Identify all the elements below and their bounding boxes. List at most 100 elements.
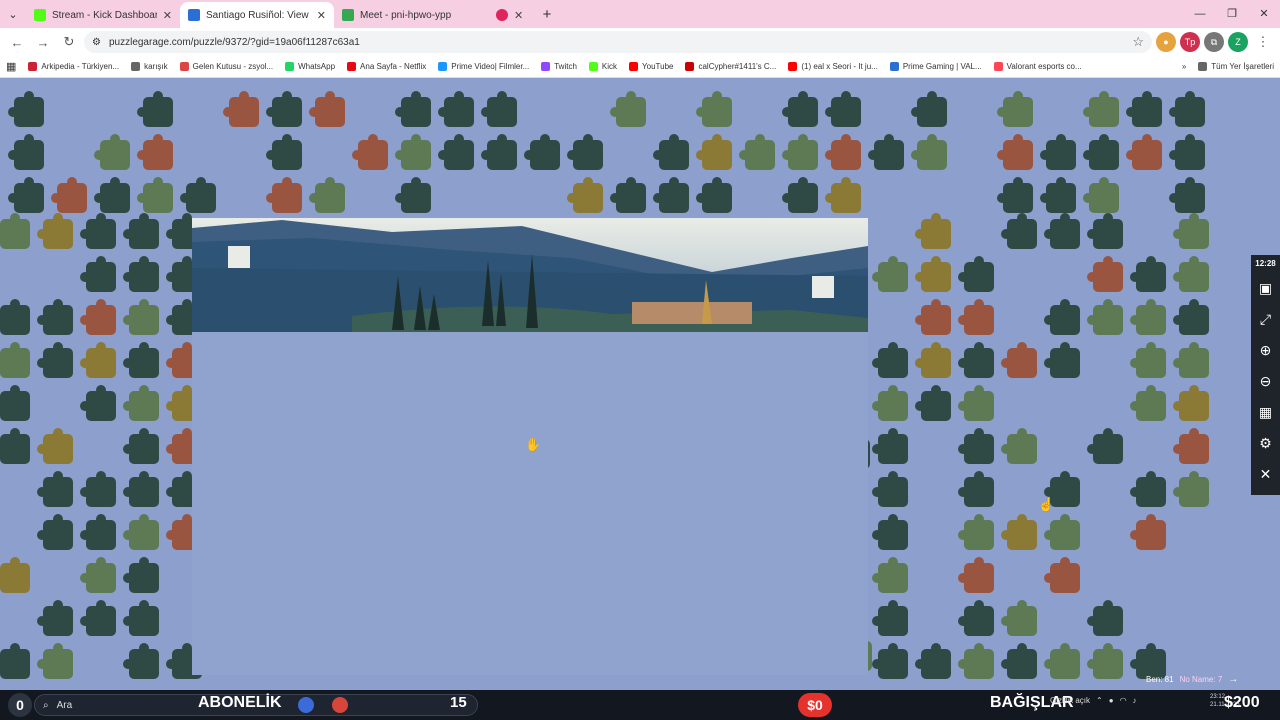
puzzle-piece[interactable] <box>0 428 30 464</box>
puzzle-piece[interactable] <box>123 471 159 507</box>
puzzle-piece[interactable] <box>1040 134 1076 170</box>
puzzle-piece[interactable] <box>37 428 73 464</box>
settings-icon[interactable]: ⚙ <box>1259 432 1272 454</box>
puzzle-piece[interactable] <box>610 91 646 127</box>
bookmark-item[interactable]: Prime Gaming | VAL... <box>889 62 982 71</box>
puzzle-piece[interactable] <box>37 213 73 249</box>
puzzle-piece[interactable] <box>94 134 130 170</box>
close-icon[interactable]: ✕ <box>1260 463 1272 485</box>
puzzle-piece[interactable] <box>37 643 73 679</box>
puzzle-piece[interactable] <box>825 177 861 213</box>
tab-puzzle[interactable]: Santiago Rusiñol: View Over So ✕ <box>180 2 334 28</box>
puzzle-piece[interactable] <box>395 177 431 213</box>
puzzle-piece[interactable] <box>37 342 73 378</box>
puzzle-piece[interactable] <box>123 428 159 464</box>
bookmark-item[interactable]: Arkipedia - Türkiyen... <box>28 62 119 71</box>
puzzle-piece[interactable] <box>1173 256 1209 292</box>
puzzle-piece[interactable] <box>1001 643 1037 679</box>
puzzle-piece[interactable] <box>51 177 87 213</box>
puzzle-piece[interactable] <box>123 385 159 421</box>
puzzle-piece[interactable] <box>123 213 159 249</box>
puzzle-piece[interactable] <box>1173 213 1209 249</box>
puzzle-piece[interactable] <box>1044 213 1080 249</box>
restore-icon[interactable]: ❐ <box>1216 0 1248 28</box>
puzzle-piece[interactable] <box>123 643 159 679</box>
taskbar-app-icon[interactable] <box>298 697 314 713</box>
puzzle-piece[interactable] <box>0 213 30 249</box>
puzzle-piece[interactable] <box>739 134 775 170</box>
puzzle-piece[interactable] <box>782 91 818 127</box>
puzzle-piece[interactable] <box>958 557 994 593</box>
puzzle-piece[interactable] <box>266 134 302 170</box>
puzzle-piece[interactable] <box>653 177 689 213</box>
puzzle-piece[interactable] <box>872 643 908 679</box>
new-tab-button[interactable]: + <box>534 2 560 28</box>
puzzle-piece[interactable] <box>80 471 116 507</box>
puzzle-piece[interactable] <box>958 299 994 335</box>
puzzle-piece[interactable] <box>123 342 159 378</box>
puzzle-piece[interactable] <box>1173 342 1209 378</box>
puzzle-piece[interactable] <box>653 134 689 170</box>
puzzle-piece[interactable] <box>524 134 560 170</box>
puzzle-piece[interactable] <box>1130 256 1166 292</box>
puzzle-piece[interactable] <box>872 428 908 464</box>
puzzle-piece[interactable] <box>872 471 908 507</box>
puzzle-piece[interactable] <box>958 342 994 378</box>
puzzle-piece[interactable] <box>395 134 431 170</box>
all-bookmarks-folder[interactable]: Tüm Yer İşaretleri <box>1198 62 1274 71</box>
puzzle-piece[interactable] <box>137 177 173 213</box>
puzzle-piece[interactable] <box>123 299 159 335</box>
puzzle-piece[interactable] <box>1083 134 1119 170</box>
arrow-right-icon[interactable]: → <box>1228 674 1238 685</box>
puzzle-piece[interactable] <box>395 91 431 127</box>
puzzle-piece[interactable] <box>1169 91 1205 127</box>
puzzle-piece[interactable] <box>0 643 30 679</box>
puzzle-piece[interactable] <box>352 134 388 170</box>
puzzle-piece[interactable] <box>1169 134 1205 170</box>
puzzle-piece[interactable] <box>80 299 116 335</box>
puzzle-piece[interactable] <box>1130 514 1166 550</box>
bookmark-item[interactable]: WhatsApp <box>285 62 335 71</box>
puzzle-piece[interactable] <box>958 600 994 636</box>
puzzle-piece[interactable] <box>911 134 947 170</box>
puzzle-piece[interactable] <box>223 91 259 127</box>
tab-recording[interactable]: ✕ <box>488 2 534 28</box>
puzzle-piece[interactable] <box>1044 643 1080 679</box>
puzzle-piece[interactable] <box>1001 428 1037 464</box>
puzzle-piece[interactable] <box>958 471 994 507</box>
puzzle-piece[interactable] <box>872 342 908 378</box>
puzzle-piece[interactable] <box>481 134 517 170</box>
bookmark-star-icon[interactable]: ☆ <box>1132 34 1144 50</box>
puzzle-piece[interactable] <box>309 177 345 213</box>
menu-icon[interactable]: ⋮ <box>1252 34 1274 50</box>
puzzle-piece[interactable] <box>1173 299 1209 335</box>
puzzle-piece[interactable] <box>696 177 732 213</box>
close-tab-icon[interactable]: ✕ <box>317 9 326 22</box>
puzzle-piece[interactable] <box>997 91 1033 127</box>
bookmark-item[interactable]: Kick <box>588 62 617 71</box>
puzzle-piece[interactable] <box>997 177 1033 213</box>
puzzle-piece[interactable] <box>8 91 44 127</box>
puzzle-piece[interactable] <box>80 557 116 593</box>
bookmark-item[interactable]: YouTube <box>629 62 673 71</box>
minimize-icon[interactable]: — <box>1184 0 1216 28</box>
puzzle-piece[interactable] <box>266 91 302 127</box>
close-tab-icon[interactable]: ✕ <box>163 9 172 22</box>
puzzle-piece[interactable] <box>1044 299 1080 335</box>
puzzle-piece[interactable] <box>915 256 951 292</box>
puzzle-piece[interactable] <box>80 385 116 421</box>
puzzle-piece[interactable] <box>123 256 159 292</box>
site-info-icon[interactable]: ⚙ <box>92 37 101 48</box>
tab-search-button[interactable]: ⌄ <box>0 0 26 28</box>
puzzle-piece[interactable] <box>1087 428 1123 464</box>
puzzle-piece[interactable] <box>958 385 994 421</box>
bookmark-item[interactable]: Prime Video| Filmler... <box>438 62 529 71</box>
puzzle-piece[interactable] <box>1169 177 1205 213</box>
puzzle-piece[interactable] <box>1044 471 1080 507</box>
puzzle-piece[interactable] <box>958 643 994 679</box>
more-bookmarks-icon[interactable]: » <box>1182 62 1186 71</box>
puzzle-piece[interactable] <box>872 256 908 292</box>
puzzle-piece[interactable] <box>958 256 994 292</box>
puzzle-piece[interactable] <box>1044 342 1080 378</box>
back-icon[interactable]: ← <box>6 35 28 50</box>
